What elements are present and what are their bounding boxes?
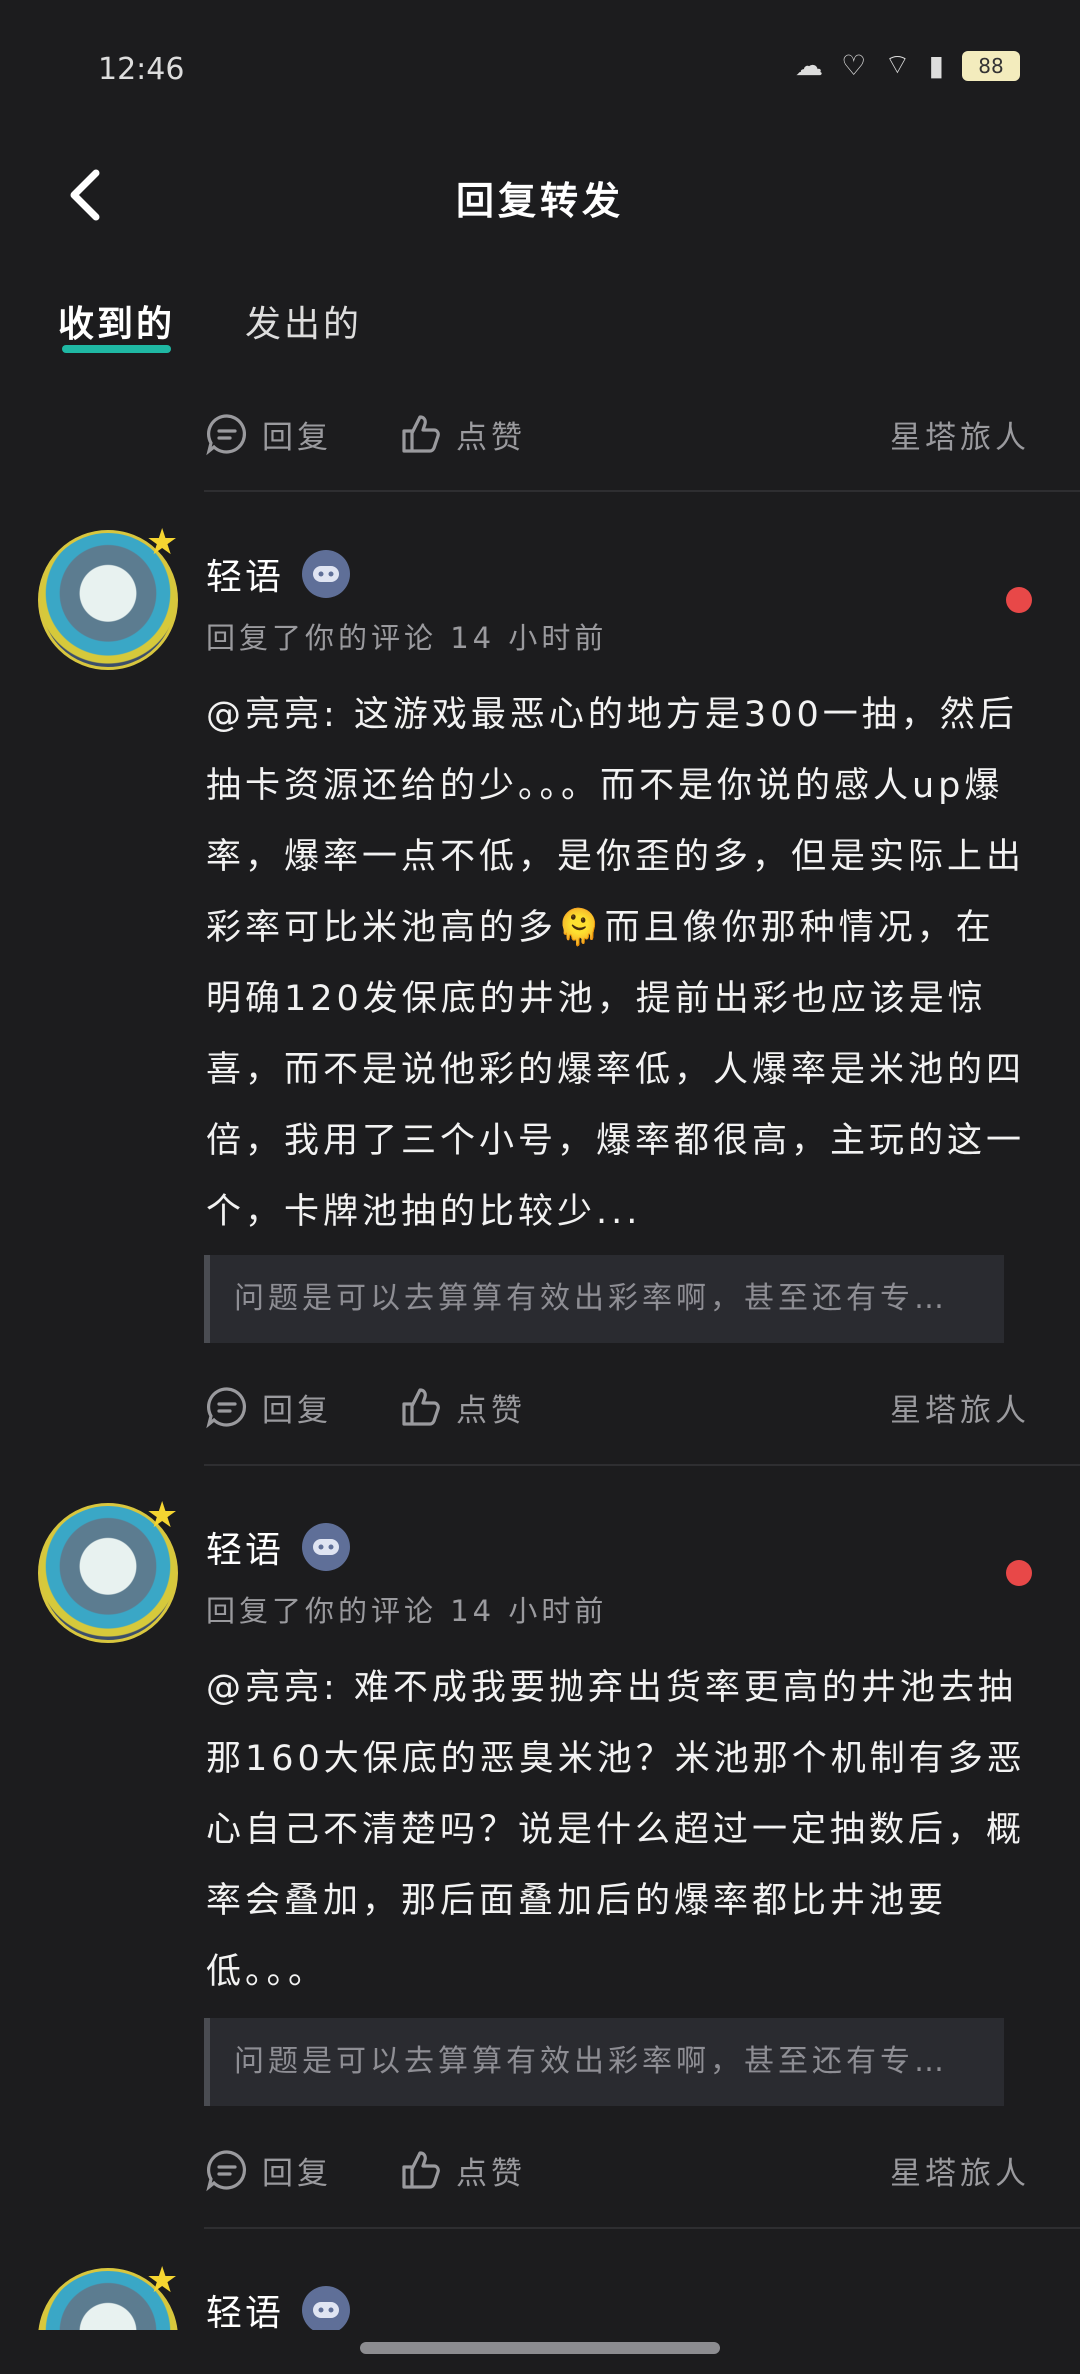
star-icon: ★ (146, 2260, 179, 2301)
home-indicator[interactable] (360, 2342, 720, 2354)
gamepad-icon (302, 2286, 351, 2330)
author-label: 轻语 (206, 2293, 285, 2330)
author-name[interactable]: 轻语 (206, 2284, 351, 2330)
reply-card[interactable]: ★ 轻语 (0, 0, 1080, 2330)
